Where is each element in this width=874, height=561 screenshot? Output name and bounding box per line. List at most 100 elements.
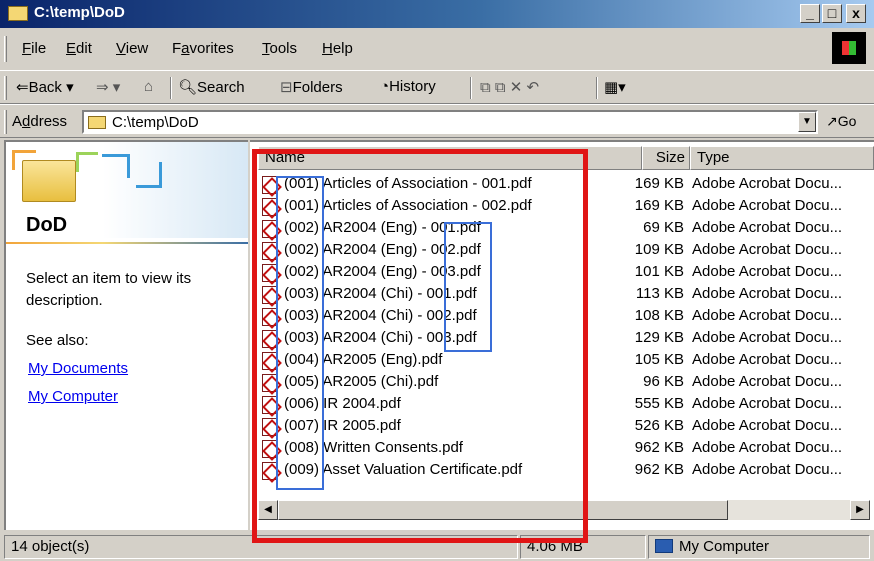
- search-icon: 🔍︎: [178, 79, 198, 96]
- folder-description: Select an item to view its description.: [26, 270, 192, 309]
- file-type: Adobe Acrobat Docu...: [692, 285, 843, 302]
- folder-info-panel: DoD Select an item to view its descripti…: [4, 140, 248, 530]
- address-value: C:\temp\DoD: [112, 114, 199, 131]
- folders-label: Folders: [292, 79, 343, 96]
- menu-file-key: F: [22, 40, 32, 57]
- my-computer-icon: [655, 539, 673, 553]
- address-label: Address: [12, 113, 67, 130]
- menu-edit-key: E: [66, 40, 77, 57]
- move-copy-delete-undo-icons[interactable]: ⧉ ⧉ ✕ ↶: [480, 78, 539, 96]
- address-grip[interactable]: [4, 110, 7, 134]
- file-type: Adobe Acrobat Docu...: [692, 241, 843, 258]
- file-type: Adobe Acrobat Docu...: [692, 219, 843, 236]
- file-type: Adobe Acrobat Docu...: [692, 329, 843, 346]
- address-bar: Address C:\temp\DoD ▼ ↗Go: [0, 104, 874, 138]
- go-arrow-icon: ↗: [826, 113, 838, 129]
- toolbar-grip[interactable]: [4, 76, 7, 100]
- file-size: 962 KB: [634, 461, 684, 478]
- file-size: 169 KB: [634, 197, 684, 214]
- file-type: Adobe Acrobat Docu...: [692, 417, 843, 434]
- views-button[interactable]: ▦▾: [604, 78, 626, 96]
- file-size: 108 KB: [634, 307, 684, 324]
- file-type: Adobe Acrobat Docu...: [692, 307, 843, 324]
- menu-bar: File Edit View Favorites Tools Help: [0, 28, 874, 70]
- menu-grip[interactable]: [4, 36, 7, 62]
- file-size: 101 KB: [634, 263, 684, 280]
- scroll-right-button[interactable]: ▶: [850, 500, 870, 520]
- address-input[interactable]: C:\temp\DoD ▼: [82, 110, 818, 134]
- search-button[interactable]: 🔍︎Search: [178, 78, 245, 96]
- file-size: 96 KB: [643, 373, 684, 390]
- toolbar-separator: [596, 77, 598, 99]
- file-size: 113 KB: [635, 285, 684, 302]
- menu-file[interactable]: File: [22, 40, 46, 57]
- folder-banner: DoD: [6, 142, 248, 238]
- standard-toolbar: ⇐Back ▾ ⇒ ▾ ⌂ 🔍︎Search ⊟Folders ◔History…: [0, 70, 874, 104]
- file-size: 129 KB: [634, 329, 684, 346]
- menu-view[interactable]: View: [116, 40, 148, 57]
- blue-highlight-box-suffix: [444, 222, 492, 352]
- menu-edit[interactable]: Edit: [66, 40, 92, 57]
- menu-favorites[interactable]: Favorites: [172, 40, 234, 57]
- title-bar[interactable]: C:\temp\DoD _ □ x: [0, 0, 874, 28]
- file-type: Adobe Acrobat Docu...: [692, 263, 843, 280]
- file-size: 105 KB: [634, 351, 684, 368]
- menu-tools[interactable]: Tools: [262, 40, 297, 57]
- status-zone: My Computer: [648, 535, 870, 559]
- menu-edit-rest: dit: [76, 40, 92, 57]
- back-button[interactable]: ⇐Back ▾: [16, 78, 74, 96]
- decorative-frame: [136, 162, 162, 188]
- search-label: Search: [197, 79, 245, 96]
- toolbar-separator: [170, 77, 172, 99]
- menu-help-rest: elp: [332, 40, 353, 57]
- file-type: Adobe Acrobat Docu...: [692, 439, 843, 456]
- file-type: Adobe Acrobat Docu...: [692, 461, 843, 478]
- history-icon: ◔: [380, 78, 390, 95]
- large-folder-icon: [22, 160, 76, 202]
- see-also-label: See also:: [26, 332, 89, 349]
- divider: [6, 242, 248, 244]
- menu-tools-key: T: [262, 40, 270, 57]
- file-type: Adobe Acrobat Docu...: [692, 197, 843, 214]
- column-header-size[interactable]: Size: [642, 146, 690, 170]
- file-type: Adobe Acrobat Docu...: [692, 351, 843, 368]
- toolbar-separator: [470, 77, 472, 99]
- file-size: 69 KB: [643, 219, 684, 236]
- up-folder-icon[interactable]: ⌂: [144, 78, 153, 95]
- menu-favorites-key: a: [181, 40, 190, 57]
- menu-help[interactable]: Help: [322, 40, 353, 57]
- folder-title: DoD: [26, 214, 68, 236]
- folders-button[interactable]: ⊟Folders: [280, 78, 343, 96]
- menu-view-rest: iew: [125, 40, 149, 57]
- file-size: 169 KB: [634, 175, 684, 192]
- file-size: 526 KB: [634, 417, 684, 434]
- go-label: Go: [837, 113, 857, 129]
- history-button[interactable]: ◔History: [380, 78, 436, 95]
- forward-button[interactable]: ⇒ ▾: [96, 78, 120, 96]
- menu-favorites-pre: F: [172, 40, 182, 57]
- window-title: C:\temp\DoD: [34, 4, 125, 21]
- status-zone-label: My Computer: [679, 538, 770, 555]
- address-label-pre: A: [12, 113, 23, 130]
- minimize-button[interactable]: _: [800, 4, 820, 23]
- file-type: Adobe Acrobat Docu...: [692, 373, 843, 390]
- menu-view-key: V: [116, 40, 126, 57]
- address-dropdown-button[interactable]: ▼: [798, 112, 816, 132]
- my-computer-link[interactable]: My Computer: [28, 388, 118, 405]
- go-button[interactable]: ↗Go: [826, 113, 856, 130]
- folder-icon: [88, 116, 106, 129]
- column-header-type[interactable]: Type: [690, 146, 874, 170]
- address-label-rest: dress: [30, 113, 68, 130]
- close-button[interactable]: x: [846, 4, 866, 23]
- menu-file-rest: ile: [31, 40, 47, 57]
- windows-logo-icon: [832, 32, 866, 64]
- maximize-button[interactable]: □: [822, 4, 842, 23]
- decorative-frame: [102, 154, 130, 178]
- decorative-frame: [76, 152, 98, 172]
- folders-icon: ⊟: [280, 79, 293, 96]
- file-size: 109 KB: [634, 241, 684, 258]
- file-type: Adobe Acrobat Docu...: [692, 175, 843, 192]
- my-documents-link[interactable]: My Documents: [28, 360, 128, 377]
- history-label: History: [389, 78, 436, 95]
- menu-help-key: H: [322, 40, 333, 57]
